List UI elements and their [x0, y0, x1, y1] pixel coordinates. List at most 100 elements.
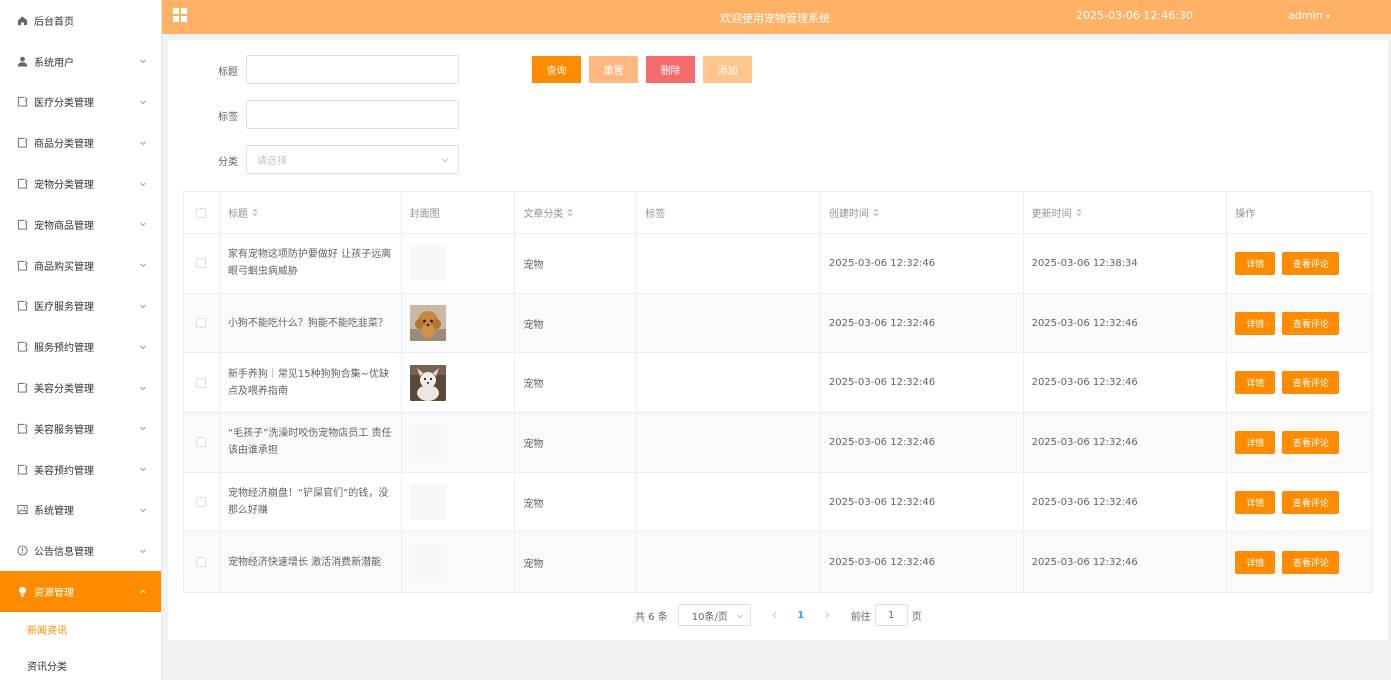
col-tag-label: 标签: [645, 209, 666, 220]
created-time: 2025-03-06 12:32:46: [828, 436, 936, 448]
created-cell: 2025-03-06 12:32:46: [821, 353, 1024, 413]
tag-filter-input[interactable]: [246, 100, 459, 129]
view-comments-button[interactable]: 查看评论: [1282, 550, 1340, 574]
sidebar-item-12[interactable]: 系统管理: [0, 490, 161, 531]
view-comments-button[interactable]: 查看评论: [1282, 371, 1340, 395]
query-button[interactable]: 查询: [532, 56, 581, 83]
detail-button[interactable]: 详情: [1235, 490, 1276, 514]
sort-icon[interactable]: [251, 208, 258, 217]
chevron-down-icon: [140, 182, 146, 186]
chevron-down-icon: [140, 100, 146, 105]
detail-button[interactable]: 详情: [1235, 371, 1276, 395]
sidebar-item-2[interactable]: 医疗分类管理: [0, 82, 161, 123]
sidebar-item-3[interactable]: 商品分类管理: [0, 122, 161, 163]
actions-cell: 详情 查看评论: [1227, 413, 1372, 472]
grid-menu-icon[interactable]: [172, 7, 188, 23]
sidebar-item-label: 后台首页: [34, 16, 74, 28]
actions-cell: 详情 查看评论: [1227, 294, 1372, 353]
title-cell: 小狗不能吃什么？狗能不能吃韭菜？: [220, 293, 402, 353]
chevron-down-icon: [140, 386, 146, 390]
chevron-left-icon: [772, 612, 777, 618]
col-category-header[interactable]: 文章分类: [515, 192, 638, 233]
sort-icon[interactable]: [872, 208, 879, 217]
sidebar-item-10[interactable]: 美容服务管理: [0, 408, 161, 449]
col-updated-header[interactable]: 更新时间: [1024, 192, 1228, 233]
sidebar-item-11[interactable]: 美容预约管理: [0, 449, 161, 490]
row-checkbox[interactable]: [196, 437, 207, 448]
title-filter-label: 标题: [218, 67, 238, 78]
col-category-label: 文章分类: [523, 209, 564, 220]
chevron-down-icon: [441, 158, 449, 163]
col-tag-header: 标签: [637, 192, 821, 233]
sidebar-item-4[interactable]: 宠物分类管理: [0, 163, 161, 204]
col-created-header[interactable]: 创建时间: [821, 192, 1024, 233]
sidebar-item-7[interactable]: 医疗服务管理: [0, 286, 161, 327]
detail-button[interactable]: 详情: [1235, 550, 1276, 574]
user-menu[interactable]: admin ▾: [1288, 9, 1330, 22]
view-comments-button[interactable]: 查看评论: [1282, 251, 1340, 275]
pagination: 共 6 条 10条/页 1 前往 1 页: [635, 604, 922, 626]
view-comments-button[interactable]: 查看评论: [1282, 311, 1340, 335]
detail-button[interactable]: 详情: [1235, 251, 1276, 275]
document-icon: [16, 341, 28, 353]
category-cell: 宠物: [515, 532, 638, 593]
sidebar-item-label: 美容服务管理: [34, 424, 94, 436]
sidebar-item-9[interactable]: 美容分类管理: [0, 367, 161, 408]
goto-page-input[interactable]: 1: [874, 604, 908, 626]
actions-cell: 详情 查看评论: [1227, 353, 1372, 412]
category-placeholder: 请选择: [257, 156, 287, 167]
sidebar-subitem-1[interactable]: 资讯分类: [0, 648, 161, 680]
category-filter-select[interactable]: 请选择: [246, 145, 459, 174]
row-checkbox[interactable]: [196, 258, 207, 269]
actions-cell: 详情 查看评论: [1227, 234, 1372, 293]
col-created-label: 创建时间: [828, 209, 869, 220]
sidebar-item-0[interactable]: 后台首页: [0, 0, 161, 41]
sidebar-item-label: 宠物分类管理: [34, 180, 94, 192]
sidebar-item-6[interactable]: 商品购买管理: [0, 245, 161, 286]
article-category: 宠物: [523, 558, 544, 570]
document-icon: [16, 300, 28, 312]
sidebar-item-13[interactable]: 公告信息管理: [0, 530, 161, 571]
row-checkbox[interactable]: [196, 318, 207, 329]
chevron-up-icon: [140, 589, 146, 593]
cover-cell: [402, 472, 516, 532]
sidebar-item-8[interactable]: 服务预约管理: [0, 326, 161, 367]
category-cell: 宠物: [515, 234, 638, 293]
chevron-down-icon: [140, 141, 146, 145]
sidebar-item-5[interactable]: 宠物商品管理: [0, 204, 161, 245]
col-title-header[interactable]: 标题: [220, 192, 402, 233]
col-cover-label: 封面图: [409, 209, 440, 220]
created-cell: 2025-03-06 12:32:46: [821, 532, 1024, 593]
prev-page-button[interactable]: [765, 604, 785, 626]
detail-button[interactable]: 详情: [1235, 430, 1276, 454]
view-comments-button[interactable]: 查看评论: [1282, 490, 1340, 514]
sidebar-item-label: 系统管理: [34, 506, 74, 518]
sidebar-subitem-0[interactable]: 新闻资讯: [0, 612, 161, 648]
created-time: 2025-03-06 12:32:46: [828, 556, 936, 568]
page-size-select[interactable]: 10条/页: [677, 604, 751, 626]
reset-button[interactable]: 重置: [589, 56, 638, 83]
row-select-cell: [184, 234, 220, 293]
sort-icon[interactable]: [567, 208, 574, 217]
view-comments-button[interactable]: 查看评论: [1282, 430, 1340, 454]
add-button[interactable]: 添加: [703, 56, 752, 83]
page-number-current[interactable]: 1: [791, 604, 811, 626]
title-cell: “毛孩子”洗澡时咬伤宠物店员工 责任该由谁承担: [220, 413, 402, 472]
detail-button[interactable]: 详情: [1235, 311, 1276, 335]
row-checkbox[interactable]: [196, 557, 207, 568]
title-filter-input[interactable]: [246, 55, 459, 84]
sidebar-item-1[interactable]: 系统用户: [0, 41, 161, 82]
delete-button[interactable]: 删除: [646, 56, 695, 83]
row-checkbox[interactable]: [196, 377, 207, 388]
article-title: 小狗不能吃什么？狗能不能吃韭菜？: [227, 317, 388, 329]
sort-icon[interactable]: [1075, 208, 1082, 217]
updated-cell: 2025-03-06 12:32:46: [1024, 293, 1228, 353]
select-all-checkbox[interactable]: [196, 207, 207, 218]
row-checkbox[interactable]: [196, 497, 207, 508]
next-page-button[interactable]: [817, 604, 837, 626]
cover-cell: [402, 293, 516, 353]
article-title: 新手养狗｜常见15种狗狗合集~优缺点及喂养指南: [227, 368, 390, 397]
sidebar-item-14[interactable]: 资源管理: [0, 571, 161, 612]
news-table: 标题 封面图 文章分类 标签 创建时间 更新时间 操作 家有宠物这项防护要做好 …: [183, 191, 1373, 594]
row-select-cell: [184, 532, 220, 593]
